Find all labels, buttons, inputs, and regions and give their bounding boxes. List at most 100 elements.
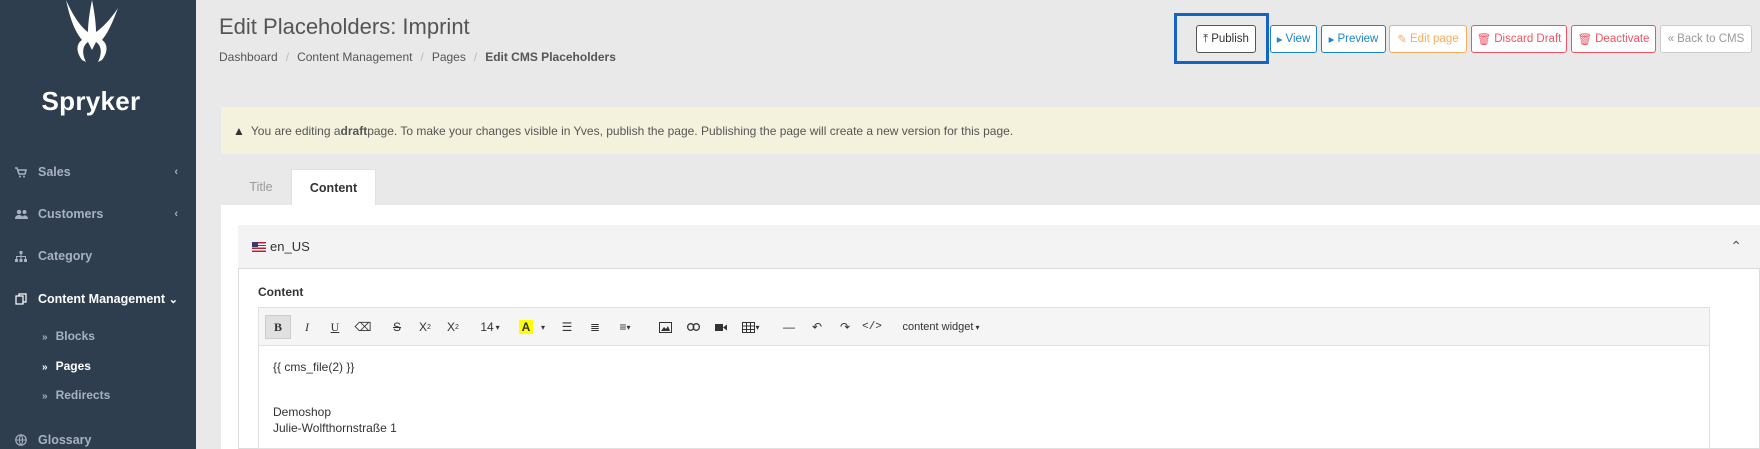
- tab-content[interactable]: Content: [291, 169, 376, 205]
- caret-right-icon: ▸: [1328, 34, 1335, 46]
- subscript-button[interactable]: X2: [441, 315, 465, 339]
- sidebar-subitem-pages[interactable]: » Pages: [42, 359, 91, 373]
- logo[interactable]: Spryker: [0, 0, 196, 140]
- edit-page-label: Edit page: [1410, 33, 1459, 45]
- content-editor[interactable]: {{ cms_file(2) }} Demoshop Julie-Wolftho…: [258, 345, 1710, 449]
- draft-alert: ▲ You are editing a draft page. To make …: [221, 107, 1760, 154]
- sidebar-subitem-redirects[interactable]: » Redirects: [42, 388, 110, 402]
- tabs: Title Content: [221, 169, 1760, 205]
- color-caret-button[interactable]: ▾: [537, 315, 549, 339]
- locale-label: en_US: [270, 239, 310, 254]
- breadcrumb-current: Edit CMS Placeholders: [485, 50, 616, 64]
- sidebar-item-label: Sales: [38, 165, 71, 179]
- users-icon: [14, 207, 28, 221]
- video-icon[interactable]: [709, 315, 733, 339]
- table-dropdown[interactable]: ▾: [737, 315, 765, 339]
- breadcrumb-content-management[interactable]: Content Management: [297, 50, 412, 64]
- horizontal-rule-icon[interactable]: —: [777, 315, 801, 339]
- sidebar-item-sales[interactable]: Sales ‹: [0, 154, 196, 190]
- underline-button[interactable]: U: [323, 315, 347, 339]
- breadcrumb-separator: /: [285, 50, 290, 64]
- caret-right-icon: ▸: [1276, 34, 1283, 46]
- editor-line: Demoshop: [273, 405, 332, 419]
- tab-title[interactable]: Title: [231, 169, 291, 205]
- content-widget-label: content widget: [902, 321, 974, 333]
- breadcrumb-separator: /: [473, 50, 478, 64]
- sidebar-item-label: Customers: [38, 207, 104, 221]
- back-to-cms-button[interactable]: «Back to CMS: [1660, 25, 1752, 53]
- sidebar-subitem-label: Redirects: [55, 388, 111, 402]
- trash-icon: 🗑: [1577, 34, 1593, 46]
- us-flag-icon: [252, 241, 266, 252]
- breadcrumb-pages[interactable]: Pages: [432, 50, 466, 64]
- back-label: Back to CMS: [1677, 33, 1745, 45]
- locale-header[interactable]: en_US ⌃: [238, 225, 1760, 269]
- spryker-logo-icon: [66, 0, 118, 62]
- sidebar-item-label: Content Management: [38, 292, 166, 306]
- discard-draft-label: Discard Draft: [1494, 33, 1562, 45]
- redo-icon[interactable]: ↷: [833, 315, 857, 339]
- editor-line: Julie-Wolfthornstraße 1: [273, 421, 397, 435]
- image-icon[interactable]: [653, 315, 677, 339]
- chevron-down-icon: ⌄: [168, 293, 178, 306]
- editor-toolbar: B I U ⌫ S X2 X2 14 ▾ A ▾ ☰ ≣ ≡ ▾ ▾ — ↶ ↷ <…: [258, 307, 1710, 345]
- sidebar-item-content-management[interactable]: Content Management ⌄: [0, 281, 196, 317]
- font-size-value: 14: [480, 320, 494, 334]
- warning-icon: ▲: [233, 123, 245, 138]
- alert-prefix: You are editing a: [250, 123, 341, 138]
- files-icon: [14, 292, 28, 306]
- publish-highlight-frame: [1174, 13, 1269, 64]
- link-icon[interactable]: [681, 315, 705, 339]
- undo-icon[interactable]: ↶: [805, 315, 829, 339]
- breadcrumb: Dashboard / Content Management / Pages /…: [219, 50, 616, 64]
- caret-down-icon: ▾: [975, 322, 980, 332]
- sidebar-subitem-blocks[interactable]: » Blocks: [42, 329, 95, 343]
- strikethrough-button[interactable]: S: [385, 315, 409, 339]
- angle-right-icon: »: [42, 332, 48, 343]
- highlight-color-button[interactable]: A: [515, 315, 537, 339]
- unordered-list-icon[interactable]: ☰: [555, 315, 579, 339]
- sidebar-subitem-label: Pages: [55, 359, 91, 373]
- caret-down-icon: ▾: [495, 322, 500, 332]
- discard-draft-button[interactable]: 🗑 Discard Draft: [1471, 25, 1567, 53]
- italic-button[interactable]: I: [295, 315, 319, 339]
- view-button[interactable]: ▸ View: [1270, 25, 1317, 53]
- sidebar-item-glossary[interactable]: Glossary: [0, 422, 196, 449]
- superscript-button[interactable]: X2: [413, 315, 437, 339]
- bold-button[interactable]: B: [265, 315, 291, 339]
- deactivate-label: Deactivate: [1595, 33, 1650, 45]
- content-field-label: Content: [258, 285, 304, 299]
- cart-icon: [14, 165, 28, 179]
- preview-button[interactable]: ▸ Preview: [1321, 25, 1386, 53]
- preview-label: Preview: [1337, 33, 1379, 45]
- sidebar-item-customers[interactable]: Customers ‹: [0, 196, 196, 232]
- font-size-dropdown[interactable]: 14 ▾: [475, 315, 505, 339]
- edit-page-button[interactable]: ✎ Edit page: [1389, 25, 1467, 53]
- edit-icon: ✎: [1397, 34, 1408, 46]
- chevron-left-icon: ‹: [174, 208, 178, 220]
- sidebar-item-category[interactable]: Category: [0, 238, 196, 274]
- align-dropdown[interactable]: ≡ ▾: [611, 315, 639, 339]
- caret-down-icon: ▾: [755, 322, 760, 332]
- trash-icon: 🗑: [1476, 34, 1492, 46]
- chevron-up-icon[interactable]: ⌃: [1730, 238, 1742, 255]
- alert-emphasis: draft: [340, 123, 368, 138]
- brand-name: Spryker: [41, 86, 141, 116]
- highlight-icon: A: [519, 320, 533, 334]
- code-view-icon[interactable]: </>: [859, 315, 885, 339]
- sidebar: Spryker Sales ‹ Customers ‹ Category Con…: [0, 0, 196, 449]
- chevron-left-icon: ‹: [174, 166, 178, 178]
- eraser-icon[interactable]: ⌫: [351, 315, 375, 339]
- sitemap-icon: [14, 249, 28, 263]
- sidebar-item-label: Category: [38, 249, 93, 263]
- angle-right-icon: »: [42, 362, 48, 373]
- ordered-list-icon[interactable]: ≣: [583, 315, 607, 339]
- breadcrumb-separator: /: [420, 50, 424, 64]
- deactivate-button[interactable]: 🗑 Deactivate: [1571, 25, 1656, 53]
- view-label: View: [1285, 33, 1311, 45]
- angle-double-left-icon: «: [1667, 33, 1675, 45]
- content-widget-dropdown[interactable]: content widget ▾: [895, 315, 987, 339]
- alert-suffix: page. To make your changes visible in Yv…: [367, 123, 1014, 138]
- page-title: Edit Placeholders: Imprint: [219, 14, 470, 39]
- breadcrumb-dashboard[interactable]: Dashboard: [219, 50, 278, 64]
